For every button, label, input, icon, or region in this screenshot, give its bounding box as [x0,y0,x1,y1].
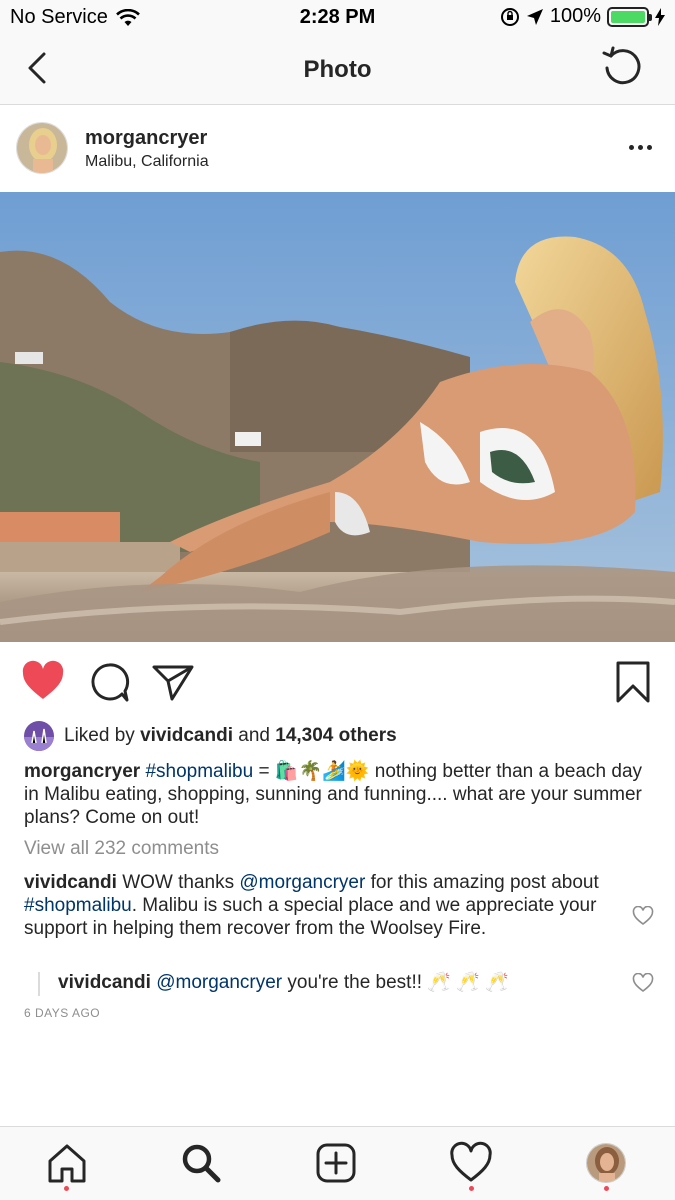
comment-text: WOW thanks [116,872,240,893]
activity-heart-icon[interactable] [449,1141,493,1185]
comment-mention[interactable]: @morgancryer [156,972,282,993]
profile-avatar[interactable] [586,1143,626,1183]
reply-comment: vividcandi @morgancryer you're the best!… [58,971,618,994]
comment-like-heart-icon[interactable] [632,906,654,926]
view-all-comments-link[interactable]: View all 232 comments [24,838,219,860]
share-paper-plane-icon[interactable] [150,659,196,705]
search-icon[interactable] [179,1141,223,1185]
comment-bubble-icon[interactable] [86,659,132,705]
location-arrow-icon [526,8,543,25]
comment: vividcandi WOW thanks @morgancryer for t… [24,871,614,940]
caption-hashtag[interactable]: #shopmalibu [145,761,253,782]
liked-by-user[interactable]: vividcandi [140,725,233,747]
comment-mention[interactable]: @morgancryer [239,872,365,893]
post-caption: morgancryer #shopmalibu = 🛍️🌴🏄🌞 nothing … [24,760,654,829]
status-bar: No Service 2:28 PM 100% [0,0,675,34]
liker-avatar [24,721,54,751]
like-heart-icon[interactable] [20,659,66,705]
liked-by-prefix: Liked by [64,725,135,746]
add-post-icon[interactable] [314,1141,358,1185]
comment-username[interactable]: vividcandi [58,972,151,993]
reply-like-heart-icon[interactable] [632,973,654,993]
comment-text: you're the best!! 🥂 🥂 🥂 [282,972,509,993]
battery-icon [607,6,652,27]
liked-by-and: and [238,725,270,746]
battery-percent: 100% [549,5,601,27]
home-icon[interactable] [45,1141,89,1185]
tab-bar [0,1126,675,1200]
liked-by-count[interactable]: 14,304 others [275,725,396,747]
comment-text: for this amazing post about [365,872,599,893]
user-avatar[interactable] [16,122,68,174]
profile-notification-dot [604,1186,609,1191]
bookmark-icon[interactable] [610,659,656,705]
reply-indent-line [38,972,40,996]
comment-username[interactable]: vividcandi [24,872,117,893]
post-timestamp: 6 DAYS AGO [24,1006,101,1020]
page-title: Photo [303,56,372,83]
post-location[interactable]: Malibu, California [85,153,209,171]
nav-bar: Photo [0,34,675,105]
post-photo[interactable] [0,192,675,642]
comment-hashtag[interactable]: #shopmalibu [24,895,132,916]
post-username[interactable]: morgancryer [85,127,207,150]
status-right: 100% [500,5,665,28]
orientation-lock-icon [500,7,519,26]
activity-notification-dot [469,1186,474,1191]
refresh-icon[interactable] [599,44,645,90]
post-header: morgancryer Malibu, California [0,105,675,192]
home-notification-dot [64,1186,69,1191]
caption-username[interactable]: morgancryer [24,761,140,782]
likes-summary[interactable]: Liked by vividcandi and 14,304 others [24,720,654,752]
post-actions [0,655,675,711]
more-options-icon[interactable] [625,135,655,159]
charging-bolt-icon [655,7,665,26]
caption-emojis: = 🛍️🌴🏄🌞 [253,761,375,782]
